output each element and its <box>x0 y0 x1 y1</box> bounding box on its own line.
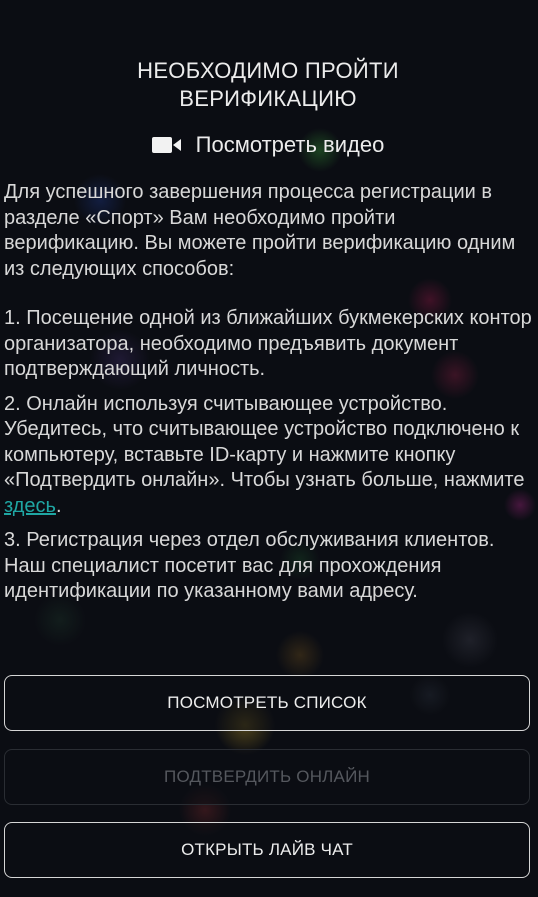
option-2-body: 2. Онлайн используя считывающее устройст… <box>4 392 525 492</box>
verification-panel: НЕОБХОДИМО ПРОЙТИ ВЕРИФИКАЦИЮ Посмотреть… <box>0 0 538 605</box>
learn-more-link[interactable]: здесь <box>4 495 56 517</box>
open-live-chat-button[interactable]: ОТКРЫТЬ ЛАЙВ ЧАТ <box>4 822 530 878</box>
video-camera-icon <box>151 137 181 153</box>
watch-video-label: Посмотреть видео <box>195 132 385 157</box>
page-title-line2: ВЕРИФИКАЦИЮ <box>179 86 357 111</box>
watch-video-link[interactable]: Посмотреть видео <box>4 130 532 160</box>
option-2-text: 2. Онлайн используя считывающее устройст… <box>4 392 532 520</box>
option-2-end: . <box>55 494 62 517</box>
page-title: НЕОБХОДИМО ПРОЙТИ ВЕРИФИКАЦИЮ <box>4 0 532 113</box>
view-list-button[interactable]: ПОСМОТРЕТЬ СПИСОК <box>4 675 530 731</box>
intro-text: Для успешного завершения процесса регист… <box>4 181 516 280</box>
confirm-online-button[interactable]: ПОДТВЕРДИТЬ ОНЛАЙН <box>4 749 530 805</box>
option-3-text: 3. Регистрация через отдел обслуживания … <box>4 529 495 602</box>
page-title-line1: НЕОБХОДИМО ПРОЙТИ <box>137 58 399 83</box>
option-1-text: 1. Посещение одной из ближайших букмекер… <box>4 307 532 380</box>
